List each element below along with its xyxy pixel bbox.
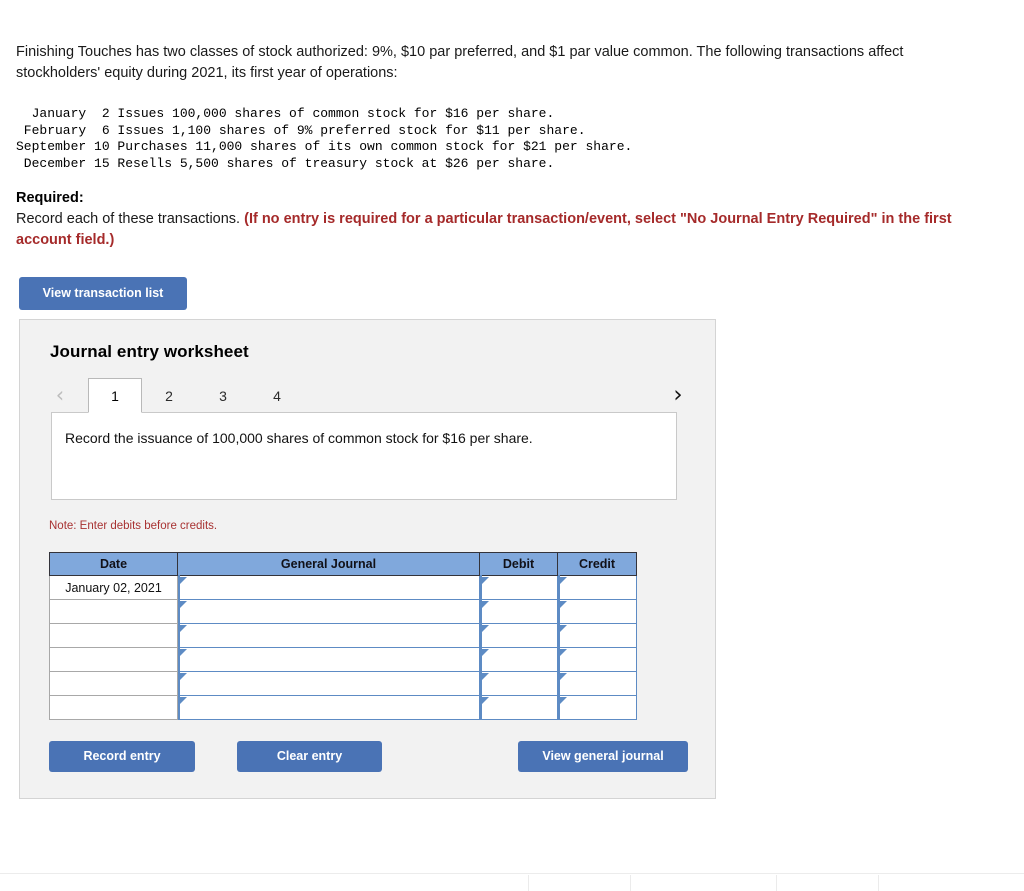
cell-general-journal-6[interactable]	[177, 695, 480, 721]
cell-date-4	[49, 647, 178, 672]
cell-debit-4[interactable]	[479, 647, 558, 673]
cell-debit-5[interactable]	[479, 671, 558, 697]
column-header-debit: Debit	[479, 552, 558, 576]
required-section: Required: Record each of these transacti…	[16, 188, 991, 251]
table-row: January 02, 2021	[49, 575, 637, 601]
column-header-date: Date	[49, 552, 178, 576]
toolbar-divider-1	[528, 875, 529, 891]
worksheet-prompt-box: Record the issuance of 100,000 shares of…	[51, 412, 677, 500]
view-general-journal-button[interactable]: View general journal	[518, 741, 688, 772]
transaction-list-text: January 2 Issues 100,000 shares of commo…	[16, 106, 633, 171]
worksheet-title: Journal entry worksheet	[50, 342, 249, 361]
required-instruction-text: Record each of these transactions.	[16, 211, 245, 227]
cell-general-journal-2[interactable]	[177, 599, 480, 625]
bottom-toolbar	[0, 873, 1024, 891]
journal-entry-table: Date General Journal Debit Credit Januar…	[49, 552, 637, 721]
debits-before-credits-note: Note: Enter debits before credits.	[49, 520, 218, 532]
column-header-credit: Credit	[557, 552, 637, 576]
cell-general-journal-5[interactable]	[177, 671, 480, 697]
clear-entry-button[interactable]: Clear entry	[237, 741, 382, 772]
table-row	[49, 599, 637, 625]
table-row	[49, 695, 637, 721]
chevron-left-icon[interactable]: ‹	[49, 378, 71, 412]
table-row	[49, 647, 637, 673]
worksheet-tabs: 1 2 3 4	[88, 378, 304, 413]
tab-1[interactable]: 1	[88, 378, 142, 413]
cell-general-journal-1[interactable]	[177, 575, 480, 601]
cell-credit-6[interactable]	[557, 695, 637, 721]
toolbar-divider-2	[630, 875, 631, 891]
toolbar-divider-3	[776, 875, 777, 891]
tab-2[interactable]: 2	[142, 378, 196, 413]
cell-date-6	[49, 695, 178, 720]
cell-credit-5[interactable]	[557, 671, 637, 697]
required-instruction: Record each of these transactions. (If n…	[16, 209, 991, 251]
cell-credit-3[interactable]	[557, 623, 637, 649]
table-row	[49, 623, 637, 649]
problem-statement-text: Finishing Touches has two classes of sto…	[16, 44, 904, 81]
table-row	[49, 671, 637, 697]
column-header-general-journal: General Journal	[177, 552, 480, 576]
tab-4[interactable]: 4	[250, 378, 304, 413]
cell-credit-4[interactable]	[557, 647, 637, 673]
journal-entry-worksheet-panel: Journal entry worksheet ‹ 1 2 3 4 › Reco…	[19, 319, 716, 799]
table-header-row: Date General Journal Debit Credit	[49, 552, 637, 576]
required-label: Required:	[16, 190, 84, 206]
worksheet-prompt-text: Record the issuance of 100,000 shares of…	[65, 430, 533, 446]
problem-statement: Finishing Touches has two classes of sto…	[16, 42, 991, 84]
cell-credit-2[interactable]	[557, 599, 637, 625]
view-transaction-list-button[interactable]: View transaction list	[19, 277, 187, 310]
cell-general-journal-4[interactable]	[177, 647, 480, 673]
cell-debit-1[interactable]	[479, 575, 558, 601]
cell-credit-1[interactable]	[557, 575, 637, 601]
toolbar-divider-4	[878, 875, 879, 891]
cell-general-journal-3[interactable]	[177, 623, 480, 649]
tab-3[interactable]: 3	[196, 378, 250, 413]
cell-date-5	[49, 671, 178, 696]
cell-debit-2[interactable]	[479, 599, 558, 625]
cell-debit-3[interactable]	[479, 623, 558, 649]
chevron-right-icon[interactable]: ›	[667, 378, 689, 412]
cell-date-2	[49, 599, 178, 624]
worksheet-tabstrip: ‹ 1 2 3 4 ›	[49, 378, 689, 414]
cell-date-3	[49, 623, 178, 648]
cell-debit-6[interactable]	[479, 695, 558, 721]
cell-date-1: January 02, 2021	[49, 575, 178, 600]
record-entry-button[interactable]: Record entry	[49, 741, 195, 772]
